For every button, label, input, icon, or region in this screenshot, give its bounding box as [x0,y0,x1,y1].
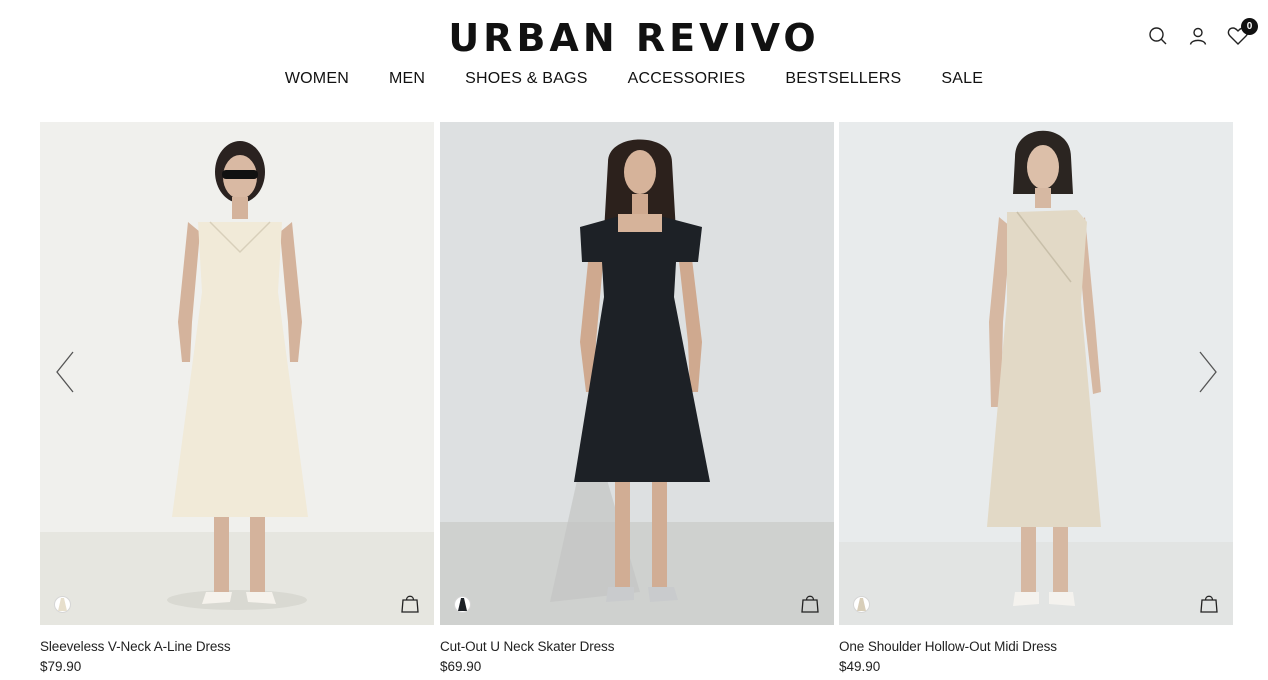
nav-item-accessories[interactable]: ACCESSORIES [628,70,746,88]
product-name[interactable]: One Shoulder Hollow-Out Midi Dress [839,639,1233,654]
search-icon[interactable] [1144,22,1172,50]
model-photo [440,122,834,625]
shopping-bag-icon[interactable] [400,593,420,613]
nav-item-women[interactable]: WOMEN [285,70,349,88]
product-image[interactable] [440,122,834,625]
chevron-right-icon[interactable] [1197,350,1219,394]
product-card[interactable]: Sleeveless V-Neck A-Line Dress $79.90 [40,122,434,674]
main-nav: WOMEN MEN SHOES & BAGS ACCESSORIES BESTS… [0,70,1268,88]
product-card[interactable]: One Shoulder Hollow-Out Midi Dress $49.9… [839,122,1233,674]
product-price: $79.90 [40,659,82,674]
color-swatch[interactable] [853,596,870,613]
model-photo [40,122,434,625]
product-image[interactable] [40,122,434,625]
product-name[interactable]: Cut-Out U Neck Skater Dress [440,639,834,654]
model-photo [839,122,1233,625]
wishlist-icon[interactable]: 0 [1224,18,1258,50]
product-image[interactable] [839,122,1233,625]
header-actions: 0 [1144,18,1258,50]
color-swatch[interactable] [54,596,71,613]
product-card[interactable]: Cut-Out U Neck Skater Dress $69.90 [440,122,834,674]
nav-item-men[interactable]: MEN [389,70,425,88]
nav-item-bestsellers[interactable]: BESTSELLERS [785,70,901,88]
nav-item-shoes-bags[interactable]: SHOES & BAGS [465,70,587,88]
product-price: $69.90 [440,659,482,674]
wishlist-count-badge: 0 [1241,18,1258,35]
product-name[interactable]: Sleeveless V-Neck A-Line Dress [40,639,434,654]
nav-item-sale[interactable]: SALE [941,70,983,88]
chevron-left-icon[interactable] [54,350,76,394]
color-swatch[interactable] [454,596,471,613]
shopping-bag-icon[interactable] [1199,593,1219,613]
product-carousel: Sleeveless V-Neck A-Line Dress $79.90 Cu… [40,122,1233,680]
brand-logo[interactable]: URBAN REVIVO [0,16,1268,60]
shopping-bag-icon[interactable] [800,593,820,613]
product-price: $49.90 [839,659,881,674]
account-icon[interactable] [1184,22,1212,50]
